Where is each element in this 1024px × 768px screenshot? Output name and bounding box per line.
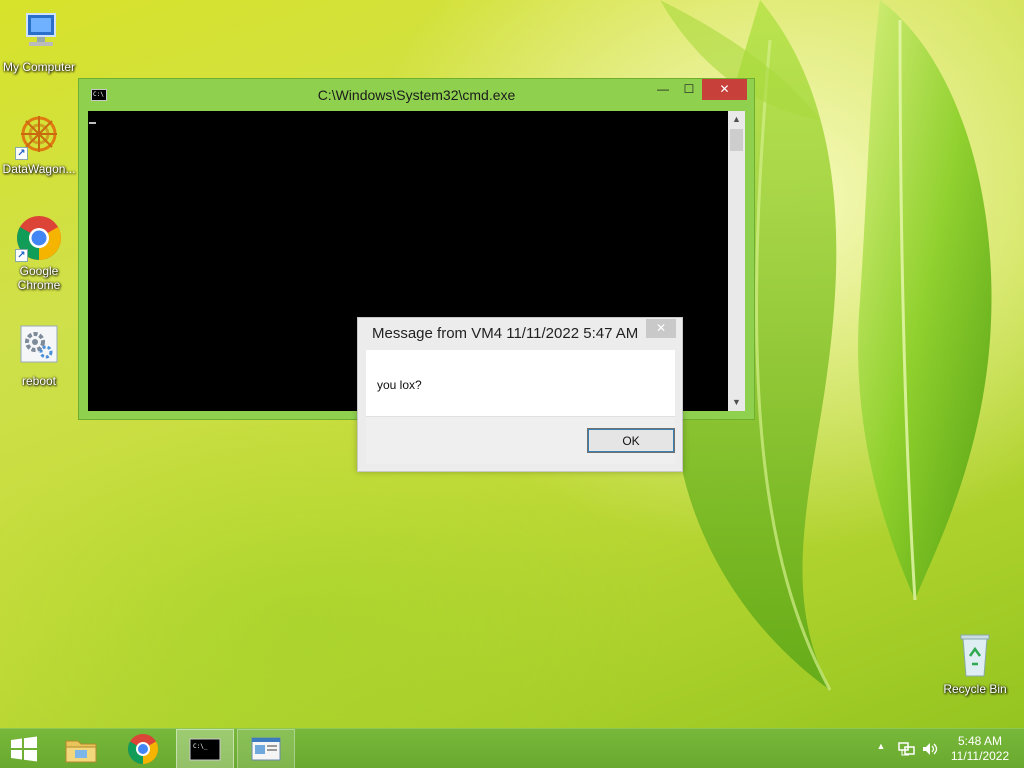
text-cursor: [89, 122, 96, 124]
taskbar: C:\_ ▲ 5:48 AM 11/11/2022: [0, 728, 1024, 768]
recycle-bin-icon: [951, 632, 999, 680]
shortcut-arrow-icon: ↗: [15, 147, 28, 160]
volume-icon[interactable]: [921, 741, 939, 757]
datawagon-icon: ↗: [15, 112, 63, 160]
desktop-icon-recycle-bin[interactable]: Recycle Bin: [936, 632, 1014, 696]
cmd-titlebar[interactable]: C:\ C:\Windows\System32\cmd.exe — ☐ ✕: [79, 79, 754, 111]
clock-date: 11/11/2022: [950, 749, 1010, 763]
computer-icon: [15, 10, 63, 58]
desktop-icon-google-chrome[interactable]: ↗ Google Chrome: [0, 214, 78, 292]
show-hidden-icons-button[interactable]: ▲: [874, 741, 888, 755]
maximize-button[interactable]: ☐: [676, 79, 702, 100]
taskbar-chrome[interactable]: [118, 729, 168, 768]
settings-gear-icon: [15, 324, 63, 372]
dialog-title: Message from VM4 11/11/2022 5:47 AM: [372, 325, 639, 342]
taskbar-file-explorer[interactable]: [56, 729, 106, 768]
minimize-button[interactable]: —: [650, 79, 676, 100]
start-button[interactable]: [0, 729, 48, 768]
desktop-icon-label: Google Chrome: [17, 264, 61, 292]
desktop-icon-label: reboot: [21, 374, 57, 388]
taskbar-cmd[interactable]: C:\_: [176, 729, 234, 768]
desktop-icon-datawagon[interactable]: ↗ DataWagon...: [0, 112, 78, 176]
dialog-footer: OK: [366, 416, 675, 464]
chrome-icon: ↗: [15, 214, 63, 262]
svg-text:C:\_: C:\_: [193, 743, 208, 750]
windows-start-icon: [11, 736, 37, 762]
cmd-icon: C:\_: [189, 738, 221, 761]
app-window-icon: [251, 737, 281, 761]
dialog-message: you lox?: [377, 378, 422, 392]
scroll-up-arrow-icon[interactable]: ▲: [728, 111, 745, 128]
desktop-icon-label: Recycle Bin: [943, 682, 1007, 696]
scrollbar-thumb[interactable]: [730, 129, 743, 151]
dialog-close-button[interactable]: ✕: [646, 319, 676, 338]
chrome-icon: [127, 734, 159, 765]
desktop-icon-label: My Computer: [2, 60, 76, 74]
file-explorer-icon: [65, 740, 97, 763]
close-button[interactable]: ✕: [702, 79, 747, 100]
system-clock[interactable]: 5:48 AM 11/11/2022: [948, 734, 1012, 768]
taskbar-app-window[interactable]: [237, 729, 295, 768]
ok-button[interactable]: OK: [587, 428, 675, 453]
shortcut-arrow-icon: ↗: [15, 249, 28, 262]
message-dialog[interactable]: Message from VM4 11/11/2022 5:47 AM ✕ yo…: [357, 317, 683, 472]
dialog-content: you lox?: [366, 350, 675, 416]
desktop-icon-my-computer[interactable]: My Computer: [0, 10, 78, 74]
desktop-icon-reboot[interactable]: reboot: [0, 324, 78, 388]
vertical-scrollbar[interactable]: ▲ ▼: [728, 111, 745, 411]
desktop-icon-label: DataWagon...: [2, 162, 76, 176]
scroll-down-arrow-icon[interactable]: ▼: [728, 394, 745, 411]
clock-time: 5:48 AM: [957, 734, 1003, 748]
network-icon[interactable]: [897, 741, 915, 757]
